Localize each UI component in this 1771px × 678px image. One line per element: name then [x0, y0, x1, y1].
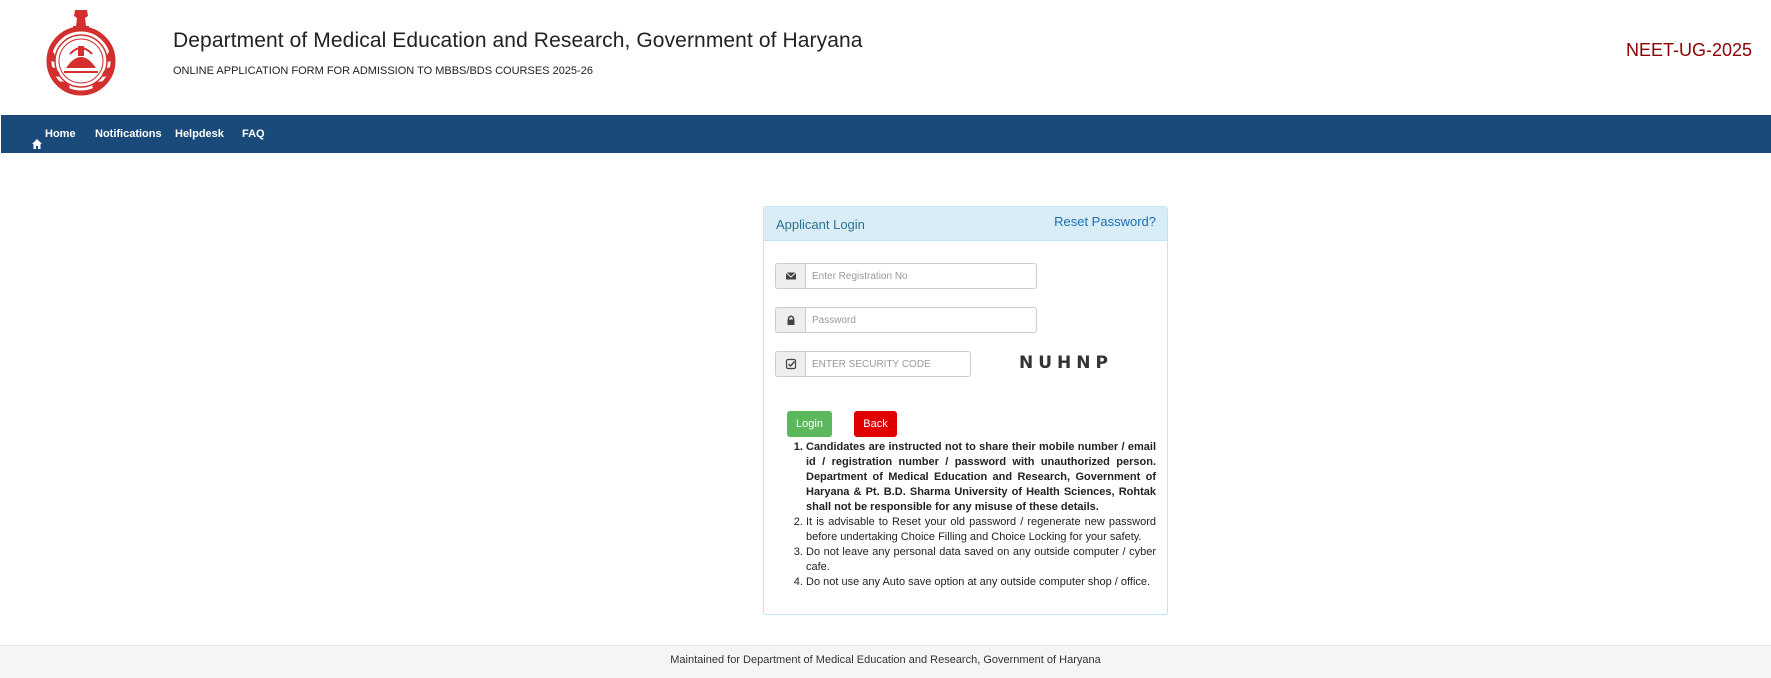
nav-item-faq[interactable]: FAQ: [242, 115, 265, 153]
envelope-icon: [775, 263, 805, 289]
security-code-input-group: [775, 351, 971, 377]
home-icon: [31, 128, 43, 149]
nav-item-helpdesk[interactable]: Helpdesk: [175, 115, 224, 153]
page-header: Department of Medical Education and Rese…: [0, 0, 1771, 115]
page-footer: Maintained for Department of Medical Edu…: [0, 645, 1771, 678]
exam-name: NEET-UG-2025: [1625, 40, 1752, 60]
instruction-item: It is advisable to Reset your old passwo…: [806, 515, 1156, 545]
instruction-item: Candidates are instructed not to share t…: [806, 440, 1156, 515]
instruction-item: Do not leave any personal data saved on …: [806, 545, 1156, 575]
password-input-group: [775, 307, 1037, 333]
login-panel-title: Applicant Login: [776, 217, 865, 232]
instructions-list: Candidates are instructed not to share t…: [784, 440, 1156, 590]
registration-number-input[interactable]: [805, 263, 1037, 289]
page-title: Department of Medical Education and Rese…: [173, 29, 863, 52]
reset-password-link[interactable]: Reset Password?: [1054, 214, 1156, 229]
page-subtitle: ONLINE APPLICATION FORM FOR ADMISSION TO…: [173, 65, 593, 77]
login-panel: Applicant Login Reset Password? NUHNP Lo…: [763, 206, 1168, 615]
check-square-icon: [775, 351, 805, 377]
registration-input-group: [775, 263, 1037, 289]
login-panel-header: Applicant Login Reset Password?: [764, 207, 1167, 241]
back-button[interactable]: Back: [854, 411, 897, 437]
password-input[interactable]: [805, 307, 1037, 333]
security-code-input[interactable]: [805, 351, 971, 377]
nav-item-label: Home: [45, 128, 76, 140]
login-button[interactable]: Login: [787, 411, 832, 437]
lock-icon: [775, 307, 805, 333]
haryana-emblem-logo: [42, 6, 120, 98]
instruction-item: Do not use any Auto save option at any o…: [806, 575, 1156, 590]
captcha-image: NUHNP: [1019, 353, 1113, 373]
main-navbar: Home Notifications Helpdesk FAQ: [1, 115, 1771, 153]
nav-item-home[interactable]: Home: [31, 115, 76, 153]
nav-item-notifications[interactable]: Notifications: [95, 115, 162, 153]
